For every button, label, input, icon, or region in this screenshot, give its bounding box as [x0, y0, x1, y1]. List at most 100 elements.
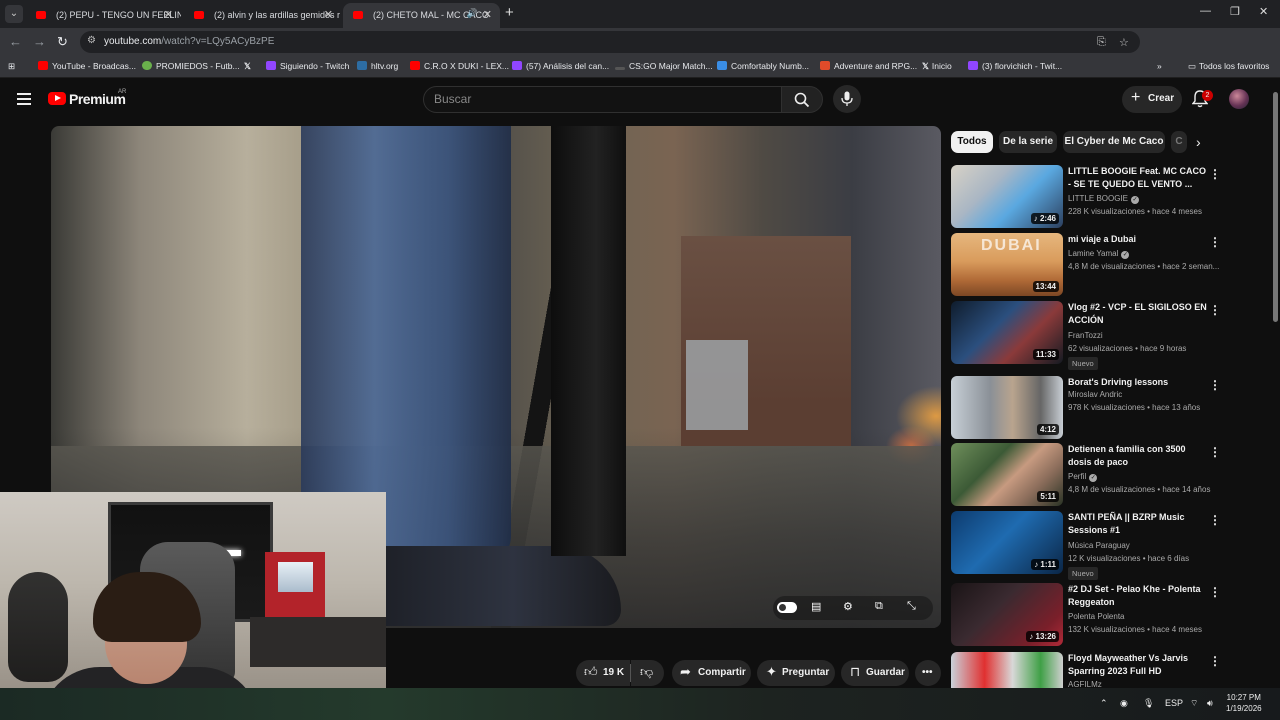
share-button[interactable]: ➦ Compartir — [672, 660, 751, 686]
channel-name[interactable]: LITTLE BOOGIE ✓ — [1068, 194, 1140, 204]
account-avatar[interactable] — [1229, 89, 1249, 109]
bookmark-item[interactable]: hltv.org — [357, 61, 398, 71]
bookmark-item[interactable]: Comfortably Numb... — [717, 61, 809, 71]
recommendation-item[interactable]: Floyd Mayweather Vs Jarvis Sparring 2023… — [951, 652, 1271, 688]
chip-de-la-serie[interactable]: De la serie — [999, 131, 1057, 153]
video-title[interactable]: Borat's Driving lessons — [1068, 376, 1208, 389]
bookmark-item[interactable]: Siguiendo - Twitch — [266, 61, 349, 71]
dislike-button[interactable]: 👎︎ — [631, 660, 664, 686]
chevron-right-icon[interactable]: › — [1196, 134, 1201, 150]
bookmark-item[interactable]: PROMIEDOS - Futb... — [142, 61, 240, 71]
close-tab-icon[interactable]: ✕ — [483, 8, 492, 21]
video-thumbnail[interactable]: ♪ 13:26 — [951, 583, 1063, 646]
hamburger-menu-icon[interactable] — [17, 93, 31, 105]
site-info-icon[interactable]: ⚙ — [87, 35, 96, 46]
url-text[interactable]: youtube.com/watch?v=LQy5ACyBzPE — [104, 36, 274, 47]
channel-name[interactable]: Perfil ✓ — [1068, 472, 1098, 482]
settings-gear-icon[interactable]: ⚙ — [843, 600, 853, 613]
install-app-icon[interactable]: ⎘ — [1097, 36, 1106, 49]
bookmark-item[interactable]: Adventure and RPG... — [820, 61, 917, 71]
channel-name[interactable]: FranTozzi — [1068, 331, 1103, 340]
recommendation-item[interactable]: DUBAI 13:44 mi viaje a Dubai Lamine Yama… — [951, 233, 1271, 297]
video-title[interactable]: LITTLE BOOGIE Feat. MC CACO - SE TE QUED… — [1068, 165, 1208, 191]
more-vertical-icon[interactable]: ⋮ — [1209, 167, 1221, 181]
video-title[interactable]: mi viaje a Dubai — [1068, 233, 1208, 246]
youtube-logo-icon[interactable] — [48, 92, 66, 105]
more-vertical-icon[interactable]: ⋮ — [1209, 378, 1221, 392]
bookmark-item[interactable]: (57) Análisis del can... — [512, 61, 609, 71]
video-thumbnail[interactable]: DUBAI 13:44 — [951, 233, 1063, 296]
video-thumbnail[interactable]: 11:33 — [951, 301, 1063, 364]
recommendation-item[interactable]: ♪ 1:11 SANTI PEÑA || BZRP Music Sessions… — [951, 511, 1271, 580]
channel-name[interactable]: Música Paraguay — [1068, 541, 1130, 550]
more-vertical-icon[interactable]: ⋮ — [1209, 585, 1221, 599]
recommendation-item[interactable]: 4:12 Borat's Driving lessons Miroslav An… — [951, 376, 1271, 440]
bookmark-item[interactable]: 𝕏 Inicio — [922, 61, 952, 72]
steam-icon[interactable]: ◉ — [1120, 698, 1128, 709]
all-favorites-folder[interactable]: ▭ Todos los favoritos — [1188, 61, 1269, 72]
more-vertical-icon[interactable]: ⋮ — [1209, 513, 1221, 527]
chip-el-cyber[interactable]: El Cyber de Mc Caco — [1063, 131, 1165, 153]
apps-grid-icon[interactable]: ⊞ — [8, 61, 15, 72]
browser-tab-active[interactable]: (2) CHETO MAL - MC CACO 🔊 ✕ — [343, 3, 500, 28]
video-title[interactable]: Vlog #2 - VCP - EL SIGILOSO EN ACCIÓN — [1068, 301, 1208, 327]
video-thumbnail[interactable]: ♪ 1:11 — [951, 511, 1063, 574]
miniplayer-icon[interactable]: ⧉ — [875, 600, 883, 613]
speaker-icon[interactable]: 🔊 — [467, 8, 478, 19]
bookmark-item[interactable]: (3) florvichich - Twit... — [968, 61, 1062, 71]
video-thumbnail[interactable]: 4:12 — [951, 376, 1063, 439]
bookmark-item[interactable]: YouTube - Broadcas... — [38, 61, 136, 71]
chip-more[interactable]: C — [1171, 131, 1187, 153]
minimize-button[interactable]: — — [1200, 5, 1211, 17]
channel-name[interactable]: Miroslav Andric — [1068, 390, 1122, 399]
more-vertical-icon[interactable]: ⋮ — [1209, 654, 1221, 668]
new-tab-button[interactable]: + — [505, 4, 514, 21]
video-title[interactable]: Floyd Mayweather Vs Jarvis Sparring 2023… — [1068, 652, 1208, 678]
more-vertical-icon[interactable]: ⋮ — [1209, 303, 1221, 317]
bookmark-item[interactable]: 𝕏 — [244, 61, 251, 72]
ask-button[interactable]: ✦ Preguntar — [757, 660, 835, 686]
close-window-button[interactable]: ✕ — [1259, 5, 1268, 18]
search-input[interactable] — [434, 92, 764, 106]
reload-icon[interactable]: ↻ — [57, 34, 68, 50]
video-title[interactable]: Detienen a familia con 3500 dosis de pac… — [1068, 443, 1208, 469]
back-icon[interactable]: ← — [9, 34, 22, 49]
fullscreen-exit-icon[interactable]: ⤡ — [907, 600, 916, 613]
search-button[interactable] — [781, 86, 823, 113]
bookmark-item[interactable]: CS:GO Major Match... — [615, 61, 713, 71]
video-title[interactable]: SANTI PEÑA || BZRP Music Sessions #1 — [1068, 511, 1208, 537]
scrollbar-thumb[interactable] — [1273, 92, 1278, 322]
create-button[interactable]: + Crear — [1122, 86, 1182, 113]
save-button[interactable]: ⊓ Guardar — [841, 660, 909, 686]
language-indicator[interactable]: ESP — [1165, 698, 1183, 708]
close-tab-icon[interactable]: ✕ — [324, 8, 333, 21]
omnibox[interactable]: ⚙ youtube.com/watch?v=LQy5ACyBzPE ⎘ ☆ — [80, 31, 1140, 53]
tab-search-button[interactable]: ⌄ — [5, 5, 23, 23]
volume-icon[interactable]: 🔊︎ — [1207, 698, 1213, 709]
taskbar-clock[interactable]: 10:27 PM 1/19/2026 — [1226, 692, 1262, 714]
recommendation-item[interactable]: ♪ 13:26 #2 DJ Set - Pelao Khe - Polenta … — [951, 583, 1271, 647]
like-button[interactable]: 👍︎ 19 K — [576, 660, 630, 686]
browser-tab[interactable]: (2) alvin y las ardillas gemidos r ✕ — [184, 3, 341, 28]
page-scrollbar[interactable] — [1271, 78, 1280, 688]
chip-todos[interactable]: Todos — [951, 131, 993, 153]
voice-search-button[interactable] — [833, 85, 861, 113]
recommendation-item[interactable]: 5:11 Detienen a familia con 3500 dosis d… — [951, 443, 1271, 507]
bookmark-star-icon[interactable]: ☆ — [1119, 36, 1129, 49]
search-box[interactable] — [423, 86, 782, 113]
video-title[interactable]: #2 DJ Set - Pelao Khe - Polenta Reggeato… — [1068, 583, 1208, 609]
autoplay-toggle[interactable] — [777, 602, 797, 613]
wifi-icon[interactable]: ⌔ — [1190, 698, 1198, 709]
close-tab-icon[interactable]: ✕ — [164, 8, 173, 21]
subtitles-icon[interactable]: ▤ — [811, 600, 821, 613]
tray-overflow-chevron-icon[interactable]: ⌃ — [1100, 698, 1108, 709]
browser-tab[interactable]: (2) PEPU - TENGO UN FEELING ✕ — [26, 3, 181, 28]
more-actions-button[interactable]: ••• — [915, 660, 941, 686]
bookmarks-overflow-button[interactable]: » — [1157, 61, 1162, 71]
more-vertical-icon[interactable]: ⋮ — [1209, 235, 1221, 249]
bookmark-item[interactable]: C.R.O X DUKI - LEX... — [410, 61, 509, 71]
video-thumbnail[interactable]: ♪ 2:46 — [951, 165, 1063, 228]
recommendation-item[interactable]: ♪ 2:46 LITTLE BOOGIE Feat. MC CACO - SE … — [951, 165, 1271, 229]
youtube-premium-logo[interactable]: Premium — [69, 91, 126, 107]
channel-name[interactable]: Polenta Polenta — [1068, 612, 1125, 621]
